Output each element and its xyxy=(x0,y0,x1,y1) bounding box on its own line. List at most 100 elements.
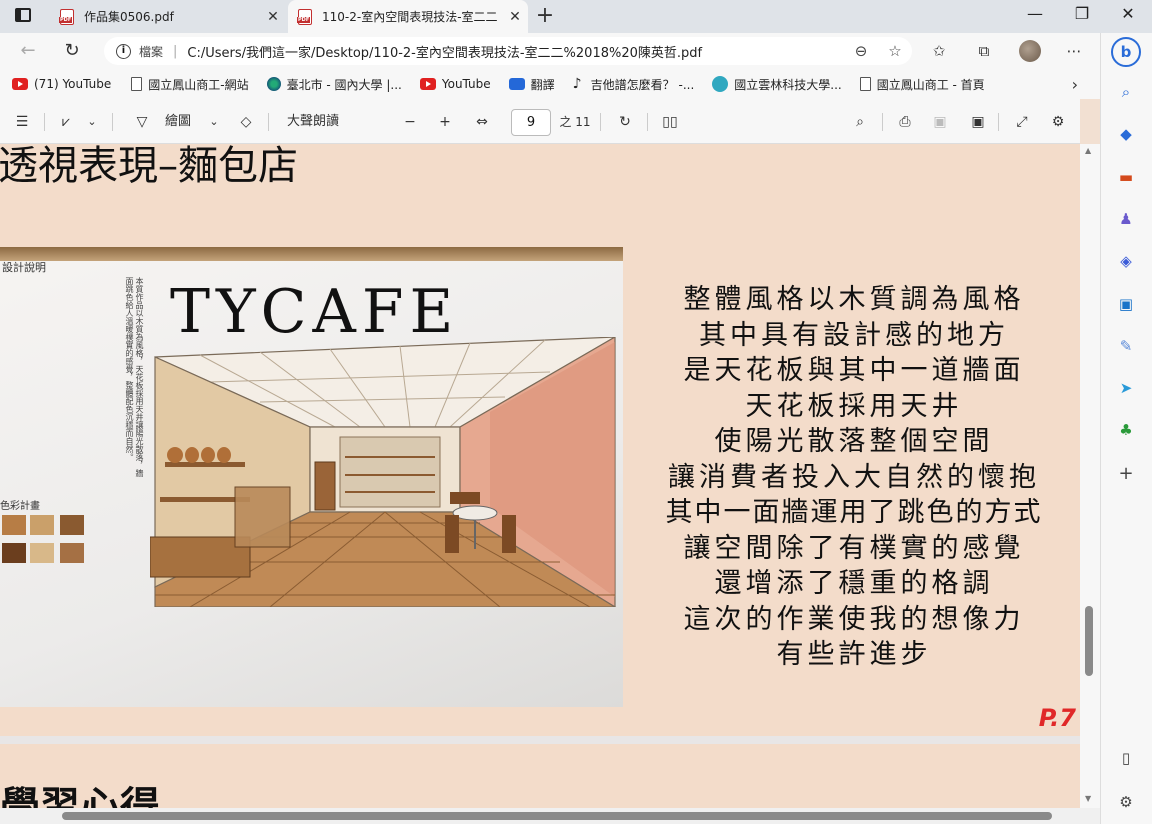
contents-icon[interactable]: ☰ xyxy=(10,111,34,133)
info-icon[interactable]: i xyxy=(116,43,131,59)
bookmark-yuntech[interactable]: 國立雲林科技大學... xyxy=(712,76,842,93)
bookmark-youtube[interactable]: YouTube xyxy=(419,77,491,91)
tree-icon[interactable]: ♣ xyxy=(1115,419,1137,441)
edge-sidebar: b ⌕ ◆ ▬ ♟ ◈ ▣ ✎ ➤ ♣ + ▯ ⚙ xyxy=(1100,33,1152,824)
bookmark-label: 國立鳳山商工 - 首頁 xyxy=(876,77,985,92)
add-icon[interactable]: + xyxy=(1115,463,1137,485)
divider xyxy=(112,113,113,131)
pdf-toolbar: ☰ ⩗ ⌄ ▽ 繪圖 ⌄ ◇ 大聲朗讀 − + ⇔ 9 之 11 ↻ ▯▯ ⌕ … xyxy=(0,99,1080,144)
pdf-viewport[interactable]: 透視表現–麵包店 設計說明 本質作品以木質為風格，天花板採用天井讓陽光散落，牆面… xyxy=(0,144,1080,808)
refresh-button[interactable]: ↻ xyxy=(60,39,84,63)
music-icon: ♪ xyxy=(572,76,582,92)
bookmark-label: 國立雲林科技大學... xyxy=(734,77,842,92)
design-description: 本質作品以木質為風格，天花板採用天井讓陽光散落，牆面跳色給人溫暖樸實的感覺，整體… xyxy=(125,277,144,477)
bookmark-guitar[interactable]: ♪ 吉他譜怎麼看？ -... xyxy=(573,76,695,93)
bookmark-translate[interactable]: 翻譯 xyxy=(508,76,555,93)
games-icon[interactable]: ♟ xyxy=(1115,208,1137,230)
minimize-button[interactable]: — xyxy=(1020,4,1050,23)
vertical-scrollbar[interactable]: ▲ ▼ xyxy=(1080,144,1100,808)
pdf-page-next: 學習心得 xyxy=(0,744,1080,808)
page-view-icon[interactable]: ▯▯ xyxy=(658,111,682,133)
bookmark-fsvs-home[interactable]: 國立鳳山商工 - 首頁 xyxy=(859,76,985,93)
sidebar-toggle-icon[interactable]: ▯ xyxy=(1115,747,1137,769)
zoom-in-button[interactable]: + xyxy=(433,111,457,133)
chevron-right-icon[interactable]: › xyxy=(1072,75,1078,94)
youtube-icon xyxy=(12,78,28,90)
page-number-input[interactable]: 9 xyxy=(511,109,551,136)
fit-width-icon[interactable]: ⇔ xyxy=(470,111,494,133)
add-favorite-icon[interactable]: ☆ xyxy=(878,42,912,60)
chevron-down-icon[interactable]: ⌄ xyxy=(82,111,102,133)
search-icon[interactable]: ⌕ xyxy=(1115,81,1137,103)
divider xyxy=(882,113,883,131)
scroll-down-icon[interactable]: ▼ xyxy=(1085,794,1091,803)
zoom-out-button[interactable]: − xyxy=(398,111,422,133)
more-menu-icon[interactable]: ⋯ xyxy=(1064,41,1084,61)
tab-title: 110-2-室內空間表現技法-室二二 xyxy=(322,10,498,24)
new-tab-button[interactable]: + xyxy=(533,3,557,28)
bookmark-taipei-univ[interactable]: 臺北市 - 國內大學 |... xyxy=(266,76,402,93)
color-swatch xyxy=(60,543,84,563)
print-icon[interactable]: ⎙ xyxy=(893,111,917,133)
rotate-icon[interactable]: ↻ xyxy=(613,111,637,133)
sketch-photo: 設計說明 本質作品以木質為風格，天花板採用天井讓陽光散落，牆面跳色給人溫暖樸實的… xyxy=(0,247,623,707)
url-text[interactable]: C:/Users/我們這一家/Desktop/110-2-室內空間表現技法-室二… xyxy=(187,42,702,61)
chevron-down-icon[interactable]: ⌄ xyxy=(204,111,224,133)
page-number-label: P.7 xyxy=(1038,704,1076,732)
bookmark-youtube-71[interactable]: (71) YouTube xyxy=(12,77,111,91)
file-label: 檔案 xyxy=(139,44,164,59)
bookmark-label: YouTube xyxy=(441,77,491,91)
scroll-up-icon[interactable]: ▲ xyxy=(1085,146,1091,155)
save-as-icon[interactable]: ▣ xyxy=(966,111,990,133)
draw-button[interactable]: 繪圖 xyxy=(160,111,196,133)
statement-line: 其中一面牆運用了跳色的方式 xyxy=(665,497,1043,528)
url-separator: | xyxy=(173,43,178,59)
close-tab-button[interactable]: ✕ xyxy=(502,9,528,25)
scroll-thumb[interactable] xyxy=(62,812,1052,820)
eraser-icon[interactable]: ◇ xyxy=(234,111,258,133)
settings-icon[interactable]: ⚙ xyxy=(1046,111,1070,133)
divider xyxy=(647,113,648,131)
tab-active-pdf[interactable]: 110-2-室內空間表現技法-室二二 ✕ xyxy=(288,0,528,33)
read-aloud-button[interactable]: 大聲朗讀 xyxy=(280,111,346,133)
color-swatch xyxy=(2,543,26,563)
outlook-icon[interactable]: ▣ xyxy=(1115,293,1137,315)
fullscreen-icon[interactable]: ⤢ xyxy=(1010,111,1034,133)
color-swatch xyxy=(60,515,84,535)
designer-icon[interactable]: ✎ xyxy=(1115,335,1137,357)
close-tab-button[interactable]: ✕ xyxy=(260,9,286,25)
zoom-icon[interactable]: ⊖ xyxy=(844,42,878,60)
bookmark-fsvs-site[interactable]: 國立鳳山商工-網站 xyxy=(131,76,249,93)
maximize-button[interactable]: ❐ xyxy=(1067,4,1097,23)
statement-line: 這次的作業使我的想像力 xyxy=(683,603,1025,635)
tab-actions-icon[interactable] xyxy=(15,8,31,22)
back-button[interactable]: ← xyxy=(16,39,40,63)
settings-icon[interactable]: ⚙ xyxy=(1115,791,1137,813)
tools-icon[interactable]: ▬ xyxy=(1115,166,1137,188)
design-statement: 整體風格以木質調為風格 其中具有設計感的地方 是天花板與其中一道牆面 天花板採用… xyxy=(625,282,1080,673)
highlight-icon[interactable]: ⩗ xyxy=(54,111,78,133)
close-window-button[interactable]: ✕ xyxy=(1113,4,1143,23)
search-icon[interactable]: ⌕ xyxy=(848,111,872,133)
microsoft365-icon[interactable]: ◈ xyxy=(1115,250,1137,272)
profile-avatar[interactable] xyxy=(1019,40,1041,62)
horizontal-scrollbar[interactable] xyxy=(0,808,1100,824)
pdf-page: 透視表現–麵包店 設計說明 本質作品以木質為風格，天花板採用天井讓陽光散落，牆面… xyxy=(0,144,1080,736)
favorites-icon[interactable]: ✩ xyxy=(929,41,949,61)
pdf-icon xyxy=(297,8,312,25)
divider xyxy=(268,113,269,131)
draw-icon[interactable]: ▽ xyxy=(130,111,154,133)
scroll-thumb[interactable] xyxy=(1085,606,1093,676)
tab-title: 作品集0506.pdf xyxy=(84,10,174,24)
address-bar[interactable]: i 檔案 | C:/Users/我們這一家/Desktop/110-2-室內空間… xyxy=(104,37,912,65)
globe-icon xyxy=(266,77,281,91)
bing-chat-icon[interactable]: b xyxy=(1111,37,1141,67)
bookmark-label: 國立鳳山商工-網站 xyxy=(148,77,249,92)
send-icon[interactable]: ➤ xyxy=(1115,377,1137,399)
collections-icon[interactable]: ⧉ xyxy=(974,41,994,61)
statement-line: 有些許進步 xyxy=(776,639,932,670)
save-icon[interactable]: ▣ xyxy=(928,111,952,133)
color-swatch xyxy=(30,543,54,563)
shopping-tag-icon[interactable]: ◆ xyxy=(1115,123,1137,145)
tab-portfolio[interactable]: 作品集0506.pdf ✕ xyxy=(50,0,286,33)
